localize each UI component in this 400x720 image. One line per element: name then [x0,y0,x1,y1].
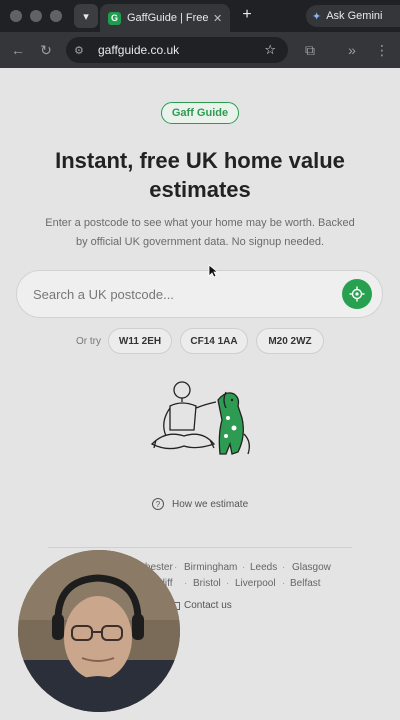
maximize-window-button[interactable] [50,10,62,22]
close-window-button[interactable] [10,10,22,22]
separator-dot: · [242,562,246,573]
or-try-label: Or try [76,336,101,347]
gaffguide-favicon-icon: G [108,11,121,25]
person-with-dog-illustration [150,381,250,455]
tab-close-icon[interactable]: ✕ [213,12,222,25]
tab-strip: ▾ G GaffGuide | Free ✕ + ✦ Ask Gemini [0,0,400,32]
headline-line-2: estimates [149,177,251,202]
example-postcode-chip[interactable]: CF14 1AA [180,328,248,354]
browser-toolbar: ← ↻ ⚙ gaffguide.co.uk ☆ ⧉ » ⋮ [0,32,400,68]
headline-line-1: Instant, free UK home value [55,148,345,173]
city-link[interactable]: Liverpool [235,578,276,589]
subtitle-line-2: by official UK government data. No signu… [75,236,325,248]
city-link[interactable]: Bristol [193,578,221,589]
browser-tab[interactable]: G GaffGuide | Free ✕ [100,4,230,32]
city-link[interactable]: Belfast [290,578,321,589]
browser-menu-icon[interactable]: ⋮ [374,42,390,58]
contact-us-link[interactable]: Contact us [170,600,232,611]
site-settings-icon[interactable]: ⚙ [74,44,90,57]
new-tab-button[interactable]: + [238,6,256,24]
city-link[interactable]: Glasgow [292,562,331,573]
brand-badge[interactable]: Gaff Guide [161,102,239,124]
bookmark-star-icon[interactable]: ☆ [264,42,276,58]
separator-dot: · [282,562,286,573]
separator-dot: · [174,562,178,573]
ask-gemini-button[interactable]: ✦ Ask Gemini [306,5,400,27]
how-we-estimate-link[interactable]: ? How we estimate [152,498,248,510]
separator-dot: · [226,578,230,589]
back-arrow-icon[interactable]: ← [10,42,26,58]
locate-button[interactable] [342,279,372,309]
postcode-search-box [16,270,383,318]
page-title: Instant, free UK home value estimates [20,146,380,204]
tab-title: GaffGuide | Free [127,12,209,24]
example-postcode-chip[interactable]: M20 2WZ [256,328,324,354]
how-we-estimate-label: How we estimate [172,498,249,510]
gemini-sparkle-icon: ✦ [312,10,322,23]
contact-us-label: Contact us [184,600,232,611]
extensions-icon[interactable]: ⧉ [302,42,318,58]
separator-dot: · [282,578,286,589]
subtitle-line-1: Enter a postcode to see what your home m… [45,217,355,229]
tab-search-chevron-icon[interactable]: ▾ [74,4,98,28]
ask-gemini-label: Ask Gemini [326,10,383,22]
postcode-search-input[interactable] [33,271,323,317]
reload-icon[interactable]: ↻ [38,42,54,58]
browser-chrome: ▾ G GaffGuide | Free ✕ + ✦ Ask Gemini ← … [0,0,400,68]
separator-dot: · [184,578,188,589]
minimize-window-button[interactable] [30,10,42,22]
footer-divider [48,547,352,548]
question-mark-icon: ? [152,498,164,510]
url-text: gaffguide.co.uk [98,43,180,57]
city-link[interactable]: Birmingham [184,562,237,573]
crosshair-icon [349,286,365,302]
presenter-video-image [18,550,180,712]
webcam-overlay [18,550,180,712]
address-bar[interactable]: ⚙ gaffguide.co.uk ☆ [66,37,288,63]
mouse-pointer-icon [208,264,218,278]
more-tabs-icon[interactable]: » [344,42,360,58]
example-postcode-chip[interactable]: W11 2EH [108,328,172,354]
city-link[interactable]: Leeds [250,562,277,573]
page-subtitle: Enter a postcode to see what your home m… [34,214,366,252]
